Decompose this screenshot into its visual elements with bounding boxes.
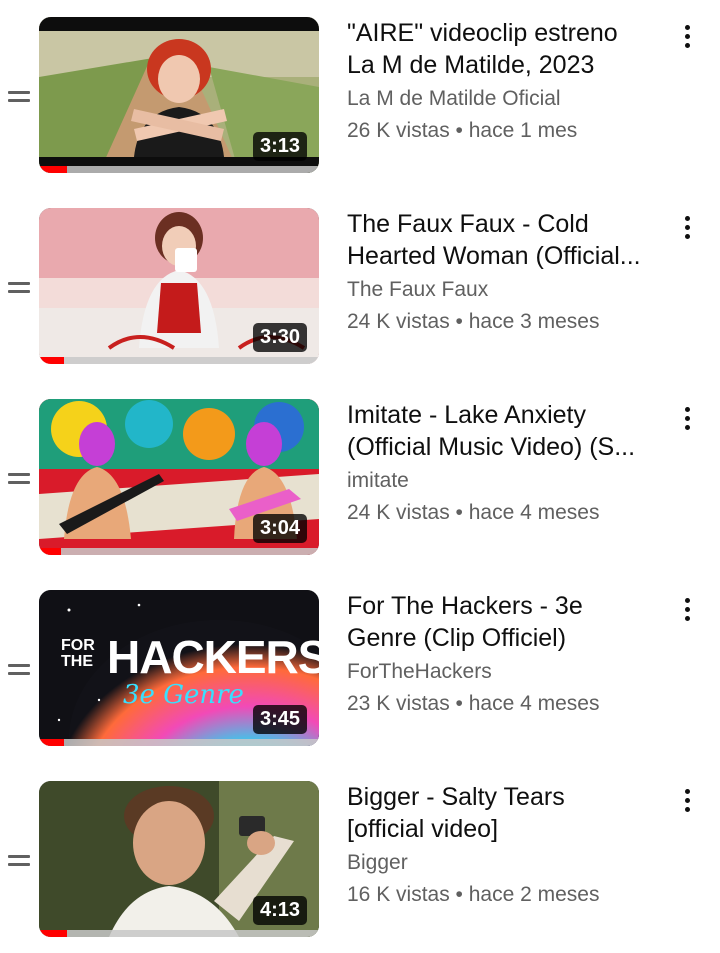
channel-name: The Faux Faux (347, 278, 489, 301)
video-thumbnail[interactable]: 3:04 (39, 399, 319, 555)
more-options-icon[interactable] (678, 401, 698, 435)
channel-name: ForTheHackers (347, 660, 492, 683)
video-title[interactable]: "AIRE" videoclip estreno La M de Matilde… (347, 17, 647, 81)
watch-progress-bar (39, 357, 319, 364)
channel-name: La M de Matilde Oficial (347, 87, 561, 110)
watch-progress-fill (39, 548, 62, 555)
video-thumbnail[interactable]: FOR THE HACKERS 3e Genre 3:45 (39, 590, 319, 746)
drag-handle-icon[interactable] (8, 469, 30, 489)
drag-handle-icon[interactable] (8, 278, 30, 298)
watch-progress-bar (39, 930, 319, 937)
duration-badge: 4:13 (252, 896, 307, 925)
video-meta[interactable]: Bigger - Salty Tears [official video] Bi… (347, 781, 647, 909)
list-item[interactable]: 4:13 Bigger - Salty Tears [official vide… (0, 781, 720, 941)
video-stats: 16 K vistas • hace 2 meses (347, 883, 600, 906)
more-options-icon[interactable] (678, 210, 698, 244)
video-stats: 23 K vistas • hace 4 meses (347, 692, 600, 715)
thumbnail-text-script: 3e Genre (123, 680, 244, 710)
more-options-icon[interactable] (678, 19, 698, 53)
watch-progress-bar (39, 548, 319, 555)
drag-handle-icon[interactable] (8, 87, 30, 107)
list-item[interactable]: 3:04 Imitate - Lake Anxiety (Official Mu… (0, 399, 720, 559)
duration-badge: 3:30 (252, 323, 307, 352)
video-thumbnail[interactable]: 3:30 (39, 208, 319, 364)
video-stats: 24 K vistas • hace 4 meses (347, 501, 600, 524)
playlist-list: 3:13 "AIRE" videoclip estreno La M de Ma… (0, 0, 720, 953)
duration-badge: 3:13 (252, 132, 307, 161)
watch-progress-fill (39, 166, 67, 173)
video-stats: 26 K vistas • hace 1 mes (347, 119, 578, 142)
video-meta[interactable]: For The Hackers - 3e Genre (Clip Officie… (347, 590, 647, 718)
video-title[interactable]: Bigger - Salty Tears [official video] (347, 781, 647, 845)
watch-progress-bar (39, 166, 319, 173)
video-stats: 24 K vistas • hace 3 meses (347, 310, 600, 333)
watch-progress-bar (39, 739, 319, 746)
watch-progress-fill (39, 357, 65, 364)
list-item[interactable]: FOR THE HACKERS 3e Genre 3:45 For The Ha… (0, 590, 720, 750)
video-meta[interactable]: "AIRE" videoclip estreno La M de Matilde… (347, 17, 647, 145)
channel-name: imitate (347, 469, 409, 492)
drag-handle-icon[interactable] (8, 851, 30, 871)
list-item[interactable]: 3:30 The Faux Faux - Cold Hearted Woman … (0, 208, 720, 368)
video-title[interactable]: Imitate - Lake Anxiety (Official Music V… (347, 399, 647, 463)
watch-progress-fill (39, 739, 65, 746)
more-options-icon[interactable] (678, 783, 698, 817)
video-title[interactable]: The Faux Faux - Cold Hearted Woman (Offi… (347, 208, 647, 272)
video-thumbnail[interactable]: 4:13 (39, 781, 319, 937)
video-thumbnail[interactable]: 3:13 (39, 17, 319, 173)
drag-handle-icon[interactable] (8, 660, 30, 680)
thumbnail-text-for-the: FOR THE (61, 637, 95, 670)
video-meta[interactable]: The Faux Faux - Cold Hearted Woman (Offi… (347, 208, 647, 336)
thumbnail-text-hackers: HACKERS (107, 631, 319, 683)
video-meta[interactable]: Imitate - Lake Anxiety (Official Music V… (347, 399, 647, 527)
list-item[interactable]: 3:13 "AIRE" videoclip estreno La M de Ma… (0, 17, 720, 177)
channel-name: Bigger (347, 851, 408, 874)
more-options-icon[interactable] (678, 592, 698, 626)
duration-badge: 3:45 (252, 705, 307, 734)
watch-progress-fill (39, 930, 67, 937)
duration-badge: 3:04 (252, 514, 307, 543)
video-title[interactable]: For The Hackers - 3e Genre (Clip Officie… (347, 590, 647, 654)
